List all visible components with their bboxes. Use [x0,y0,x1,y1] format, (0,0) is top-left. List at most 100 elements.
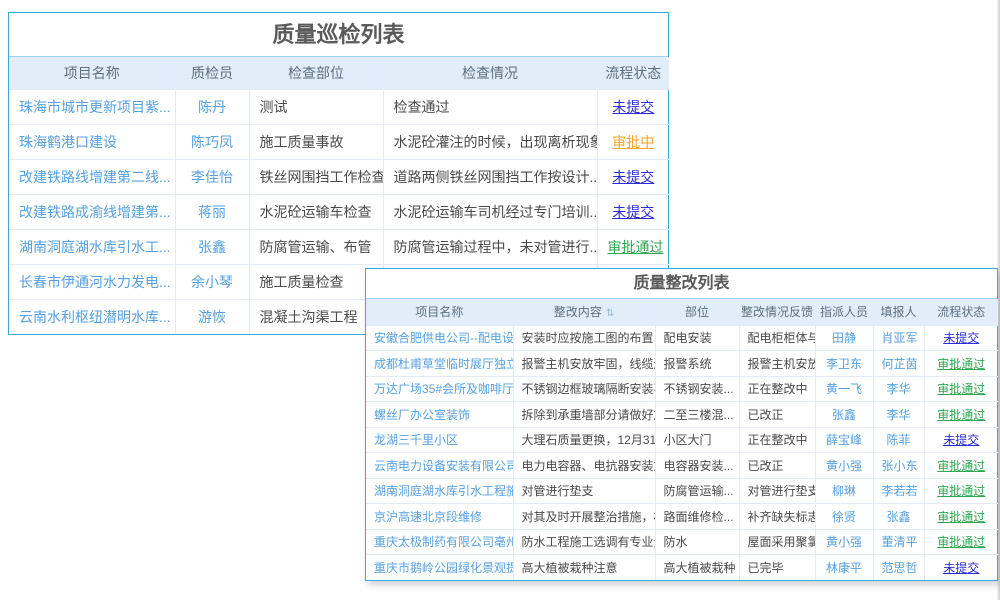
rectify-feedback-text: 配电柜柜体与... [739,325,815,351]
flow-status-link[interactable]: 未提交 [924,325,998,351]
table-row: 云南电力设备安装有限公司20...电力电容器、电抗器安装方案...电容器安装..… [366,453,998,479]
col-flow-status: 流程状态 [597,57,669,89]
project-name-link[interactable]: 珠海市城市更新项目紫... [9,89,175,124]
rectification-table-title: 质量整改列表 [366,269,997,299]
assignee-name-link[interactable]: 黄一飞 [815,376,873,402]
inspect-part-text: 施工质量事故 [249,124,383,159]
reporter-name-link[interactable]: 张鑫 [873,504,924,530]
assignee-name-link[interactable]: 张鑫 [815,402,873,428]
project-name-link[interactable]: 重庆太极制药有限公司亳州中... [366,529,513,555]
project-name-link[interactable]: 改建铁路成渝线增建第... [9,194,175,229]
flow-status-link[interactable]: 审批通过 [924,453,998,479]
table-row: 京沪高速北京段维修对其及时开展整治措施，桥头...路面维修检...补齐缺失标志.… [366,504,998,530]
reporter-name-link[interactable]: 李若若 [873,478,924,504]
flow-status-link[interactable]: 审批通过 [924,402,998,428]
project-name-link[interactable]: 云南电力设备安装有限公司20... [366,453,513,479]
assignee-name-link[interactable]: 李卫东 [815,351,873,377]
column-header-label: 项目名称 [64,65,120,81]
project-name-link[interactable]: 改建铁路线增建第二线... [9,159,175,194]
inspector-name-link[interactable]: 陈丹 [175,89,249,124]
table-row: 湖南洞庭湖水库引水工...张鑫防腐管运输、布管防腐管运输过程中，未对管进行...… [9,229,669,264]
inspect-situation-text: 水泥砼灌注的时候，出现离析现象 [383,124,597,159]
assignee-name-link[interactable]: 徐贤 [815,504,873,530]
reporter-name-link[interactable]: 何芷茵 [873,351,924,377]
reporter-name-link[interactable]: 董清平 [873,529,924,555]
inspector-name-link[interactable]: 游恢 [175,299,249,334]
flow-status-link[interactable]: 审批中 [597,124,669,159]
column-header-label: 检查情况 [462,65,518,81]
part-text: 高大植被栽种 [655,555,739,581]
inspector-name-link[interactable]: 张鑫 [175,229,249,264]
rectify-content-text: 高大植被栽种注意 [513,555,655,581]
flow-status-link[interactable]: 未提交 [924,427,998,453]
inspection-table-header: 项目名称质检员检查部位检查情况流程状态 [9,57,669,89]
reporter-name-link[interactable]: 陈菲 [873,427,924,453]
column-header-label: 流程状态 [605,65,661,81]
flow-status-link[interactable]: 未提交 [924,555,998,581]
assignee-name-link[interactable]: 黄小强 [815,453,873,479]
assignee-name-link[interactable]: 薛宝峰 [815,427,873,453]
inspector-name-link[interactable]: 余小琴 [175,264,249,299]
rectify-content-text: 防水工程施工选调有专业资质... [513,529,655,555]
project-name-link[interactable]: 螺丝厂办公室装饰 [366,402,513,428]
project-name-link[interactable]: 京沪高速北京段维修 [366,504,513,530]
sort-icon[interactable]: ⇅ [606,308,614,319]
flow-status-link[interactable]: 未提交 [597,89,669,124]
project-name-link[interactable]: 湖南洞庭湖水库引水工程施工标 [366,478,513,504]
rectification-table-body: 安徽合肥供电公司--配电设备...安装时应按施工图的布置，将...配电安装配电柜… [366,325,998,580]
rectify-feedback-text: 已完毕 [739,555,815,581]
inspector-name-link[interactable]: 李佳怡 [175,159,249,194]
flow-status-link[interactable]: 审批通过 [924,504,998,530]
column-header-label: 项目名称 [415,305,463,319]
project-name-link[interactable]: 成都杜甫草堂临时展厅独立展... [366,351,513,377]
table-row: 万达广场35#会所及咖啡厅空...不锈钢边框玻璃隔断安装不牢...不锈钢安装..… [366,376,998,402]
flow-status-link[interactable]: 审批通过 [924,376,998,402]
project-name-link[interactable]: 安徽合肥供电公司--配电设备... [366,325,513,351]
column-header-label: 填报人 [880,305,916,319]
table-row: 珠海鹤港口建设陈巧凤施工质量事故水泥砼灌注的时候，出现离析现象审批中 [9,124,669,159]
rectify-content-text: 安装时应按施工图的布置，将... [513,325,655,351]
project-name-link[interactable]: 湖南洞庭湖水库引水工... [9,229,175,264]
rectify-content-text: 电力电容器、电抗器安装方案... [513,453,655,479]
flow-status-link[interactable]: 未提交 [597,194,669,229]
table-row: 重庆太极制药有限公司亳州中...防水工程施工选调有专业资质...防水屋面采用聚氯… [366,529,998,555]
part-text: 小区大门 [655,427,739,453]
assignee-name-link[interactable]: 黄小强 [815,529,873,555]
assignee-name-link[interactable]: 柳琳 [815,478,873,504]
reporter-name-link[interactable]: 肖亚军 [873,325,924,351]
inspector-name-link[interactable]: 陈巧凤 [175,124,249,159]
part-text: 配电安装 [655,325,739,351]
reporter-name-link[interactable]: 李华 [873,402,924,428]
col-flow-status: 流程状态 [924,299,998,325]
reporter-name-link[interactable]: 李华 [873,376,924,402]
column-header-label: 整改内容 [554,305,602,319]
part-text: 防腐管运输... [655,478,739,504]
rectify-content-text: 不锈钢边框玻璃隔断安装不牢... [513,376,655,402]
col-rectify-content[interactable]: 整改内容 ⇅ [513,299,655,325]
assignee-name-link[interactable]: 田静 [815,325,873,351]
rectify-feedback-text: 已改正 [739,453,815,479]
part-text: 路面维修检... [655,504,739,530]
flow-status-link[interactable]: 审批通过 [597,229,669,264]
inspector-name-link[interactable]: 蒋丽 [175,194,249,229]
project-name-link[interactable]: 重庆市鹅岭公园绿化景观提升... [366,555,513,581]
project-name-link[interactable]: 云南水利枢纽潜明水库... [9,299,175,334]
project-name-link[interactable]: 长春市伊通河水力发电... [9,264,175,299]
flow-status-link[interactable]: 审批通过 [924,478,998,504]
assignee-name-link[interactable]: 林康平 [815,555,873,581]
table-row: 成都杜甫草堂临时展厅独立展...报警主机安放牢固，线缆连接...报警系统报警主机… [366,351,998,377]
reporter-name-link[interactable]: 范思哲 [873,555,924,581]
flow-status-link[interactable]: 审批通过 [924,529,998,555]
column-header-label: 整改情况反馈 [741,305,813,319]
column-header-label: 检查部位 [288,65,344,81]
project-name-link[interactable]: 珠海鹤港口建设 [9,124,175,159]
rectify-content-text: 拆除到承重墙部分请做好加固... [513,402,655,428]
flow-status-link[interactable]: 未提交 [597,159,669,194]
inspect-situation-text: 水泥砼运输车司机经过专门培训... [383,194,597,229]
flow-status-link[interactable]: 审批通过 [924,351,998,377]
part-text: 不锈钢安装... [655,376,739,402]
table-row: 改建铁路成渝线增建第...蒋丽水泥砼运输车检查水泥砼运输车司机经过专门培训...… [9,194,669,229]
reporter-name-link[interactable]: 张小东 [873,453,924,479]
project-name-link[interactable]: 万达广场35#会所及咖啡厅空... [366,376,513,402]
project-name-link[interactable]: 龙湖三千里小区 [366,427,513,453]
